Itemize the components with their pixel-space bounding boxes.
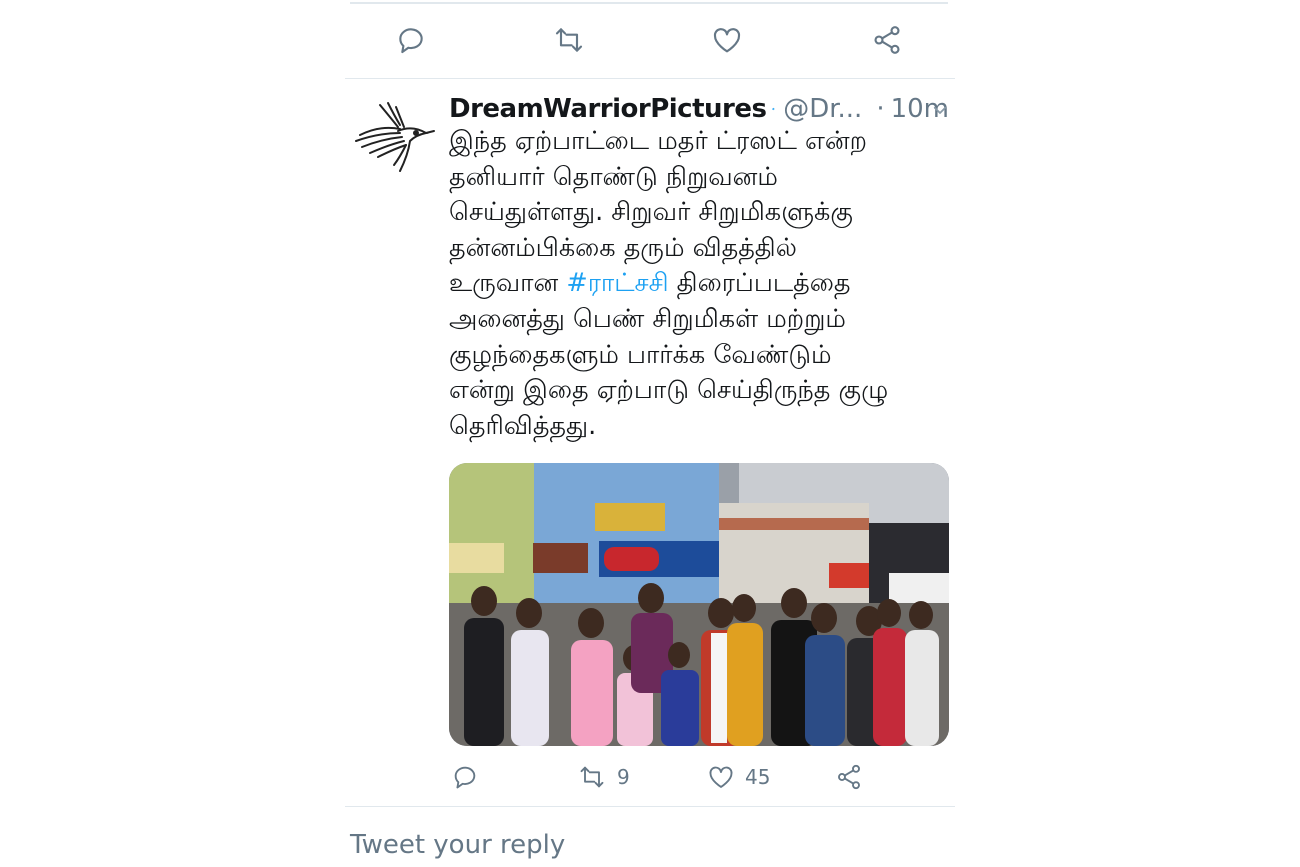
share-button[interactable] [835,763,863,791]
avatar[interactable] [350,95,440,180]
reply-icon [454,766,476,789]
dream-warrior-bird-logo-icon [355,102,435,172]
top-divider [350,2,948,4]
tweet-column: DreamWarriorPictures @Dr... · 10m இந்த ஏ… [345,0,955,867]
retweet-count: 9 [617,765,630,789]
divider [345,806,955,807]
tweet-text-line: தெரிவித்தது. [449,410,597,441]
tweet-text-line: அனைத்து பெண் சிறுமிகள் மற்றும் [449,303,846,334]
share-icon [874,26,900,54]
like-icon [709,766,733,788]
reply-button[interactable] [451,763,479,791]
tweet-text-line: குழந்தைகளும் பார்க்க வேண்டும் [449,339,832,370]
hashtag-link[interactable]: #ராட்சசி [566,268,668,298]
tweet-text-line: தன்னம்பிக்கை தரும் விதத்தில் [449,232,797,263]
tweet-text: இந்த ஏற்பாட்டை மதர் ட்ரஸட் என்ற தனியார் … [449,124,954,444]
prev-retweet-button[interactable] [552,24,586,56]
tweet-text-segment: உருவான [449,268,567,299]
handle[interactable]: @Dr... [783,94,862,124]
prev-like-button[interactable] [711,24,743,56]
share-icon [838,764,860,790]
display-name[interactable]: DreamWarriorPictures [449,94,767,124]
divider [345,78,955,79]
like-icon [713,28,741,53]
like-count: 45 [745,765,771,789]
retweet-button[interactable]: 9 [577,763,630,791]
retweet-icon [580,766,604,788]
tweet-text-line: என்று இதை ஏற்பாடு செய்திருந்த குழு [449,375,889,406]
reply-icon [399,28,423,54]
header-separator: · [876,94,885,124]
prev-share-button[interactable] [871,24,903,56]
prev-reply-button[interactable] [395,24,427,56]
tweet-header: DreamWarriorPictures @Dr... · 10m [449,90,949,128]
reply-input[interactable]: Tweet your reply [350,830,565,860]
chevron-down-icon [933,106,947,114]
verified-badge-icon [772,107,775,111]
tweet-text-line: இந்த ஏற்பாட்டை மதர் ட்ரஸட் என்ற [449,126,868,156]
tweet-photo[interactable] [449,463,949,746]
tweet-text-line-with-hashtag: உருவான #ராட்சசி திரைப்படத்தை [449,266,954,302]
tweet-text-line: தனியார் தொண்டு நிறுவனம் [449,161,778,192]
like-button[interactable]: 45 [707,763,770,791]
tweet-menu-button[interactable] [931,101,949,123]
tweet-text-segment: திரைப்படத்தை [668,268,851,299]
retweet-icon [555,28,583,52]
group-photo-illustration [449,463,949,746]
tweet-text-line: செய்துள்ளது. சிறுவர் சிறுமிகளுக்கு [449,197,853,228]
